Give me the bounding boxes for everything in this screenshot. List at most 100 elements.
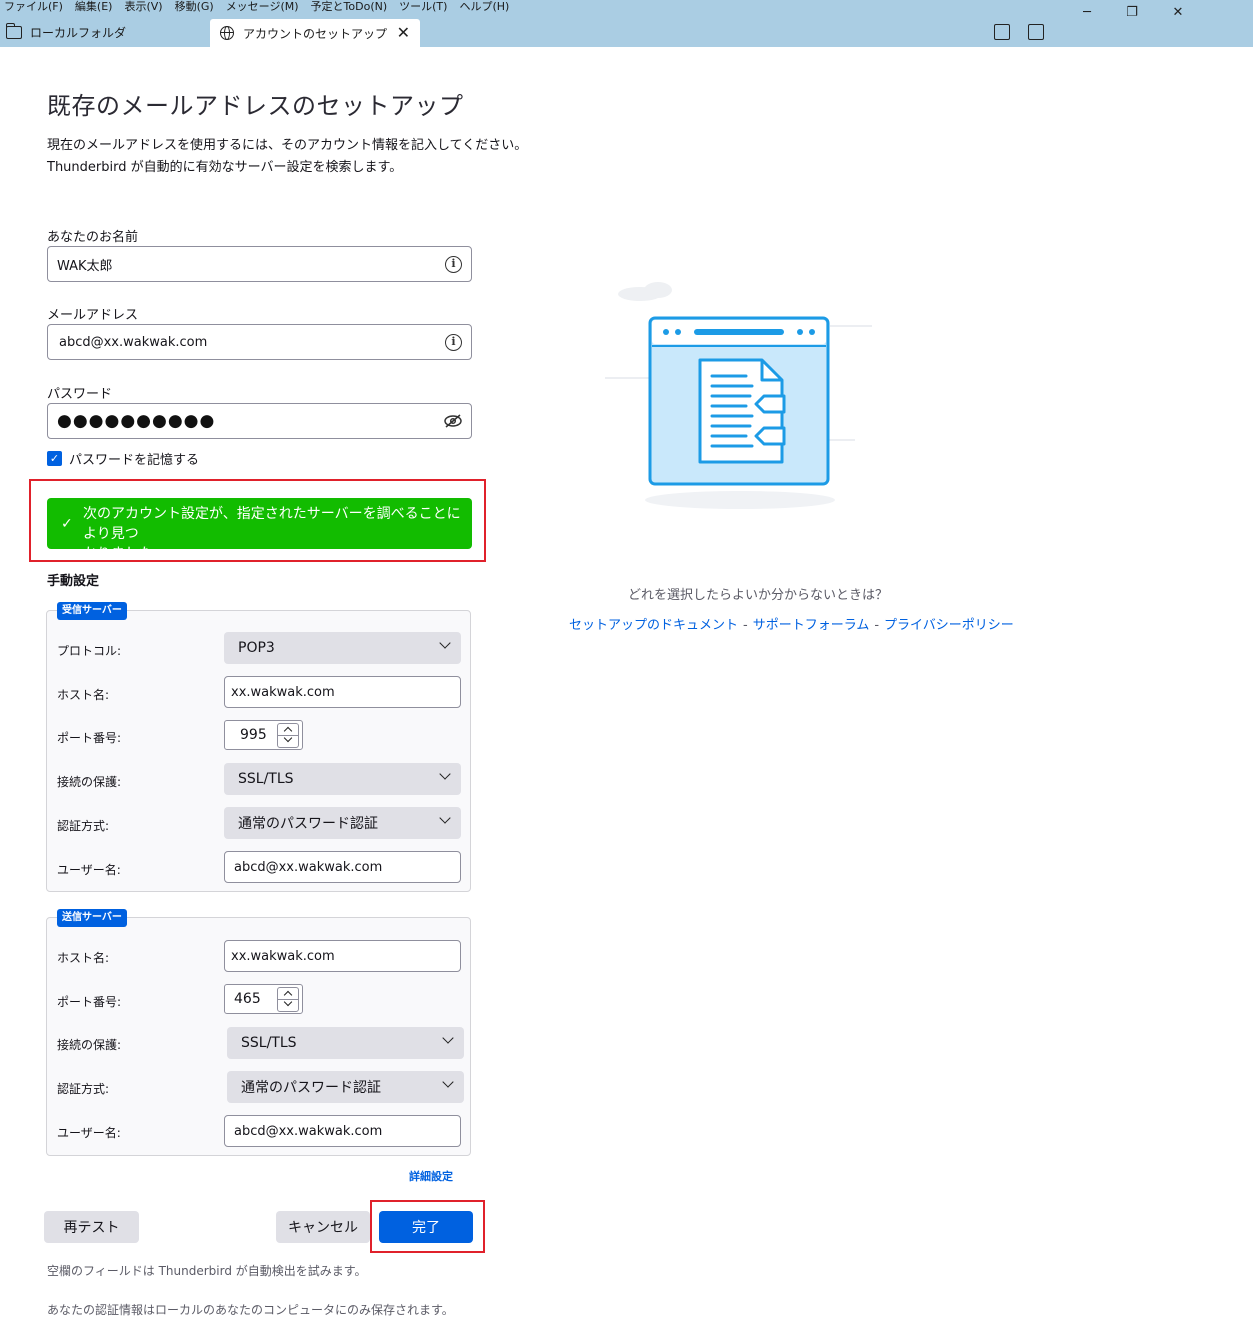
incoming-protocol-label: プロトコル: bbox=[57, 644, 122, 658]
description-line-2: Thunderbird が自動的に有効なサーバー設定を検索します。 bbox=[47, 160, 403, 175]
incoming-protocol-select[interactable]: POP3 bbox=[224, 632, 461, 664]
hide-password-icon[interactable] bbox=[444, 414, 462, 428]
chevron-down-icon bbox=[439, 768, 451, 780]
menu-file[interactable]: ファイル(F) bbox=[4, 0, 63, 16]
menu-events-tasks[interactable]: 予定とToDo(N) bbox=[311, 0, 388, 16]
cancel-button[interactable]: キャンセル bbox=[276, 1211, 370, 1243]
notice-line-1: 次のアカウント設定が、指定されたサーバーを調べることにより見つ bbox=[83, 506, 461, 542]
port-spin-buttons[interactable] bbox=[277, 987, 299, 1012]
incoming-auth-value: 通常のパスワード認証 bbox=[238, 816, 378, 832]
email-field[interactable]: abcd@xx.wakwak.com i bbox=[47, 324, 472, 360]
info-icon[interactable]: i bbox=[445, 256, 462, 273]
name-label: あなたのお名前 bbox=[47, 230, 139, 245]
tab-account-setup-label: アカウントのセットアップ bbox=[243, 26, 388, 41]
password-value: ●●●●●●●●●● bbox=[57, 411, 216, 431]
incoming-host-label: ホスト名: bbox=[57, 688, 110, 702]
done-button[interactable]: 完了 bbox=[379, 1211, 473, 1243]
outgoing-auth-label: 認証方式: bbox=[57, 1082, 110, 1096]
checkmark-icon: ✓ bbox=[61, 516, 73, 532]
incoming-server-badge: 受信サーバー bbox=[57, 602, 127, 620]
incoming-security-select[interactable]: SSL/TLS bbox=[224, 763, 461, 795]
outgoing-user-label: ユーザー名: bbox=[57, 1126, 121, 1140]
chevron-down-icon bbox=[439, 637, 451, 649]
incoming-port-label: ポート番号: bbox=[57, 731, 122, 745]
description-line-1: 現在のメールアドレスを使用するには、そのアカウント情報を記入してください。 bbox=[47, 138, 528, 153]
password-field[interactable]: ●●●●●●●●●● bbox=[47, 403, 472, 439]
menu-edit[interactable]: 編集(E) bbox=[75, 0, 113, 16]
checkbox-checked-icon[interactable]: ✓ bbox=[47, 451, 62, 466]
remember-password-label: パスワードを記憶する bbox=[69, 453, 200, 468]
password-label: パスワード bbox=[47, 387, 113, 402]
outgoing-security-select[interactable]: SSL/TLS bbox=[227, 1027, 464, 1059]
incoming-auth-label: 認証方式: bbox=[57, 819, 110, 833]
email-label: メールアドレス bbox=[47, 308, 139, 323]
remember-password-checkbox[interactable]: ✓ パスワードを記憶する bbox=[47, 449, 199, 468]
manual-config-title: 手動設定 bbox=[47, 574, 100, 589]
minimize-button[interactable]: ─ bbox=[1064, 0, 1110, 24]
chevron-down-icon bbox=[442, 1032, 454, 1044]
incoming-port-stepper[interactable]: 995 bbox=[224, 720, 303, 750]
menu-bar: ファイル(F) 編集(E) 表示(V) 移動(G) メッセージ(M) 予定とTo… bbox=[0, 0, 515, 16]
tab-account-setup[interactable]: アカウントのセットアップ ✕ bbox=[210, 19, 420, 47]
incoming-user-input[interactable]: abcd@xx.wakwak.com bbox=[224, 851, 461, 883]
help-links: セットアップのドキュメント - サポートフォーラム - プライバシーポリシー bbox=[569, 614, 1014, 633]
outgoing-auth-value: 通常のパスワード認証 bbox=[241, 1080, 381, 1096]
outgoing-port-stepper[interactable]: 465 bbox=[224, 984, 303, 1014]
retest-button[interactable]: 再テスト bbox=[44, 1211, 139, 1243]
footer-credentials-note: あなたの認証情報はローカルのあなたのコンピュータにのみ保存されます。 bbox=[47, 1303, 454, 1317]
advanced-config-link[interactable]: 詳細設定 bbox=[409, 1168, 453, 1184]
incoming-host-input[interactable]: xx.wakwak.com bbox=[224, 676, 461, 708]
support-forum-link[interactable]: サポートフォーラム bbox=[753, 618, 870, 633]
outgoing-server-badge: 送信サーバー bbox=[57, 909, 127, 927]
name-value: WAK太郎 bbox=[57, 258, 113, 274]
outgoing-host-value: xx.wakwak.com bbox=[231, 948, 335, 964]
outgoing-server-group: 送信サーバー ホスト名: xx.wakwak.com ポート番号: 465 接続… bbox=[46, 909, 471, 1156]
menu-view[interactable]: 表示(V) bbox=[124, 0, 162, 16]
folder-icon bbox=[5, 22, 22, 39]
setup-illustration bbox=[605, 282, 872, 509]
privacy-policy-link[interactable]: プライバシーポリシー bbox=[884, 618, 1014, 633]
outgoing-auth-select[interactable]: 通常のパスワード認証 bbox=[227, 1071, 464, 1103]
chevron-down-icon bbox=[439, 812, 451, 824]
footer-autodetect-note: 空欄のフィールドは Thunderbird が自動検出を試みます。 bbox=[47, 1264, 367, 1278]
globe-icon bbox=[220, 26, 234, 40]
page-title: 既存のメールアドレスのセットアップ bbox=[47, 92, 464, 120]
success-notice: ✓ 次のアカウント設定が、指定されたサーバーを調べることにより見つ かりました: bbox=[47, 498, 472, 562]
name-field[interactable]: WAK太郎 i bbox=[47, 246, 472, 282]
notice-line-2: かりました: bbox=[83, 546, 158, 562]
incoming-security-label: 接続の保護: bbox=[57, 775, 122, 789]
port-spin-buttons[interactable] bbox=[277, 723, 299, 748]
outgoing-host-label: ホスト名: bbox=[57, 951, 110, 965]
menu-go[interactable]: 移動(G) bbox=[175, 0, 214, 16]
menu-message[interactable]: メッセージ(M) bbox=[226, 0, 299, 16]
email-value: abcd@xx.wakwak.com bbox=[59, 334, 208, 350]
close-window-button[interactable]: ✕ bbox=[1155, 0, 1201, 24]
calendar-icon[interactable] bbox=[994, 24, 1010, 40]
help-question: どれを選択したらよいか分からないときは？ bbox=[628, 588, 889, 603]
setup-docs-link[interactable]: セットアップのドキュメント bbox=[569, 618, 738, 633]
link-separator: - bbox=[874, 618, 880, 633]
link-separator: - bbox=[743, 618, 748, 633]
incoming-protocol-value: POP3 bbox=[238, 640, 275, 656]
incoming-auth-select[interactable]: 通常のパスワード認証 bbox=[224, 807, 461, 839]
incoming-host-value: xx.wakwak.com bbox=[231, 684, 335, 700]
title-bar: ファイル(F) 編集(E) 表示(V) 移動(G) メッセージ(M) 予定とTo… bbox=[0, 0, 1253, 47]
outgoing-user-input[interactable]: abcd@xx.wakwak.com bbox=[224, 1115, 461, 1147]
incoming-port-value: 995 bbox=[240, 727, 267, 743]
incoming-user-value: abcd@xx.wakwak.com bbox=[234, 859, 383, 875]
outgoing-port-value: 465 bbox=[234, 991, 261, 1007]
outgoing-security-label: 接続の保護: bbox=[57, 1038, 122, 1052]
tab-local-folders[interactable]: ローカルフォルダ bbox=[5, 20, 127, 44]
chevron-down-icon bbox=[442, 1076, 454, 1088]
menu-help[interactable]: ヘルプ(H) bbox=[459, 0, 509, 16]
info-icon[interactable]: i bbox=[445, 334, 462, 351]
incoming-server-group: 受信サーバー プロトコル: POP3 ホスト名: xx.wakwak.com ポ… bbox=[46, 602, 471, 892]
tab-local-folders-label: ローカルフォルダ bbox=[30, 25, 127, 40]
outgoing-port-label: ポート番号: bbox=[57, 995, 122, 1009]
restore-button[interactable]: ❐ bbox=[1109, 0, 1155, 24]
tab-close-icon[interactable]: ✕ bbox=[397, 23, 410, 43]
tasks-icon[interactable] bbox=[1028, 24, 1044, 40]
page-description: 現在のメールアドレスを使用するには、そのアカウント情報を記入してください。 Th… bbox=[47, 135, 527, 179]
outgoing-host-input[interactable]: xx.wakwak.com bbox=[224, 940, 461, 972]
menu-tools[interactable]: ツール(T) bbox=[399, 0, 447, 16]
